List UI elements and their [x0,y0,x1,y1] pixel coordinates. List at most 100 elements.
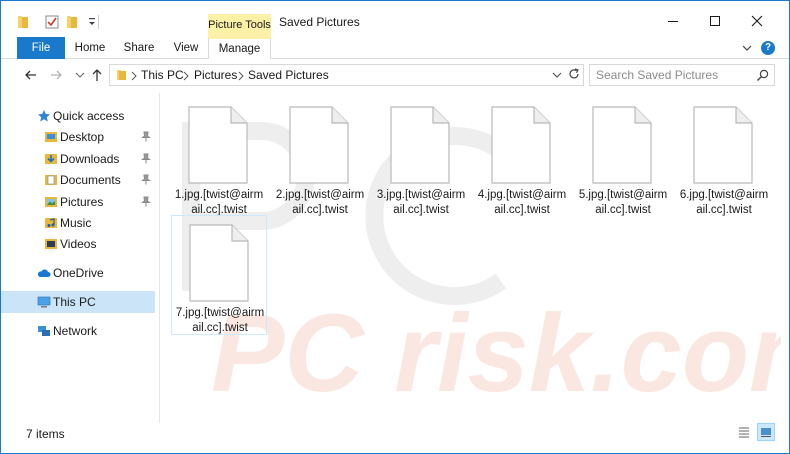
sidebar-item-documents[interactable]: Documents [1,169,155,191]
explorer-window: Picture Tools Saved Pictures File Home S… [0,0,790,454]
sidebar-item-videos[interactable]: Videos [1,233,155,255]
sidebar-item-music[interactable]: Music [1,212,155,234]
breadcrumb-saved-pictures[interactable]: Saved Pictures [248,68,329,82]
blank-file-icon [390,106,450,184]
file-item[interactable]: 3.jpg.[twist@airm ail.cc].twist [373,98,469,218]
item-count: 7 items [26,427,65,441]
large-icons-view-button[interactable] [757,423,775,441]
folder-icon [18,16,28,28]
search-icon[interactable] [756,69,769,82]
videos-folder-icon [45,239,57,249]
file-name: 1.jpg.[twist@airm ail.cc].twist [173,188,265,218]
file-name: 6.jpg.[twist@airm ail.cc].twist [678,188,770,218]
file-name-line: 5.jpg.[twist@airm [578,189,668,201]
chevron-down-icon[interactable] [552,70,562,80]
search-placeholder[interactable]: Search Saved Pictures [596,68,718,82]
file-item[interactable]: 6.jpg.[twist@airm ail.cc].twist [676,98,772,218]
status-bar: 7 items [1,423,789,453]
customize-toolbar-icon[interactable] [85,15,99,29]
file-name: 2.jpg.[twist@airm ail.cc].twist [274,188,366,218]
sidebar-item-label: Desktop [60,130,105,144]
address-bar[interactable]: This PC Pictures Saved Pictures [109,64,584,86]
sidebar-item-pictures[interactable]: Pictures [1,191,155,213]
blank-file-icon [189,224,249,302]
star-icon [38,110,50,122]
blank-file-icon [188,106,248,184]
file-name-line: ail.cc].twist [494,204,550,216]
refresh-icon[interactable] [567,67,581,81]
back-arrow-icon[interactable] [24,68,38,82]
minimize-icon[interactable] [663,11,683,31]
file-item[interactable]: 5.jpg.[twist@airm ail.cc].twist [575,98,671,218]
breadcrumb-this-pc[interactable]: This PC [141,68,184,82]
new-folder-icon[interactable] [66,15,80,29]
maximize-icon[interactable] [705,11,725,31]
file-item[interactable]: 7.jpg.[twist@airm ail.cc].twist [171,215,267,335]
sidebar-item-desktop[interactable]: Desktop [1,126,155,148]
sidebar-item-label: Documents [60,173,121,187]
chevron-right-icon[interactable] [182,71,190,81]
help-icon[interactable]: ? [761,41,775,55]
tab-share[interactable]: Share [119,37,159,59]
breadcrumb-pictures[interactable]: Pictures [194,68,237,82]
music-folder-icon [45,218,57,228]
chevron-right-icon[interactable] [237,71,245,81]
file-name: 4.jpg.[twist@airm ail.cc].twist [476,188,568,218]
ribbon-tabs: File Home Share View Manage ? [1,37,789,59]
sidebar-item-label: Music [60,216,92,230]
sidebar-item-label: Videos [60,237,97,251]
forward-arrow-icon[interactable] [49,68,63,82]
up-arrow-icon[interactable] [90,68,104,82]
pin-icon[interactable] [141,131,151,142]
file-name: 7.jpg.[twist@airm ail.cc].twist [174,306,266,336]
blank-file-icon [592,106,652,184]
blank-file-icon [693,106,753,184]
close-icon[interactable] [747,11,767,31]
sidebar-item-label: OneDrive [53,266,104,280]
pane-divider[interactable] [159,93,160,423]
sidebar-item-downloads[interactable]: Downloads [1,148,155,170]
tab-manage[interactable]: Manage [208,37,271,59]
sidebar-item-label: This PC [53,295,96,309]
sidebar-item-this-pc[interactable]: This PC [1,291,155,313]
chevron-down-icon[interactable] [741,42,753,54]
tab-view[interactable]: View [169,37,203,59]
file-name-line: ail.cc].twist [292,204,348,216]
blank-file-icon [491,106,551,184]
sidebar-item-label: Pictures [60,195,104,209]
recent-locations-icon[interactable] [73,68,87,82]
sidebar-item-quick-access[interactable]: Quick access [1,105,155,127]
navigation-pane: Quick access Desktop Downloads Documents [1,101,159,421]
pin-icon[interactable] [141,174,151,185]
file-item[interactable]: 4.jpg.[twist@airm ail.cc].twist [474,98,570,218]
network-icon [38,326,50,336]
pin-icon[interactable] [141,196,151,207]
file-item[interactable]: 2.jpg.[twist@airm ail.cc].twist [272,98,368,218]
tab-file[interactable]: File [17,37,65,59]
sidebar-item-label: Quick access [53,109,125,123]
pictures-folder-icon [45,197,57,207]
sidebar-item-network[interactable]: Network [1,320,155,342]
pin-icon[interactable] [141,153,151,164]
file-name-line: ail.cc].twist [595,204,651,216]
blank-file-icon [289,106,349,184]
details-view-icon[interactable] [735,423,753,441]
file-name: 5.jpg.[twist@airm ail.cc].twist [577,188,669,218]
search-box[interactable]: Search Saved Pictures [589,64,775,86]
computer-icon [37,296,51,308]
file-name-line: ail.cc].twist [696,204,752,216]
file-item[interactable]: 1.jpg.[twist@airm ail.cc].twist [171,98,267,218]
file-name-line: 7.jpg.[twist@airm [175,307,265,319]
file-name-line: ail.cc].twist [192,322,248,334]
file-name: 3.jpg.[twist@airm ail.cc].twist [375,188,467,218]
properties-icon[interactable] [45,15,59,29]
toolbar-separator [98,15,99,29]
chevron-right-icon[interactable] [130,71,138,81]
tab-home[interactable]: Home [71,37,109,59]
picture-tools-label: Picture Tools [208,14,271,37]
window-title: Saved Pictures [279,15,360,29]
navigation-bar: This PC Pictures Saved Pictures Search S… [1,60,789,90]
sidebar-item-onedrive[interactable]: OneDrive [1,262,155,284]
sidebar-item-label: Network [53,324,98,338]
file-name-line: ail.cc].twist [393,204,449,216]
